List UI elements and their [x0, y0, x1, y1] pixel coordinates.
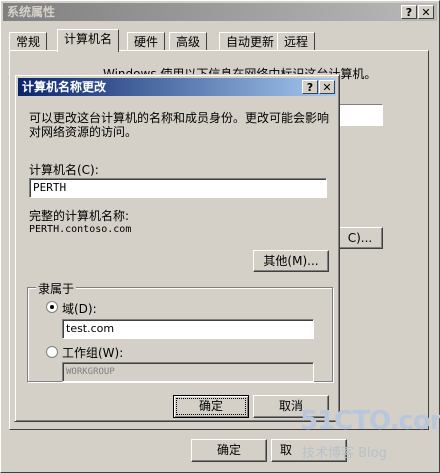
tab-hardware[interactable]: 硬件 — [127, 32, 166, 51]
more-button[interactable]: 其他(M)... — [253, 250, 329, 272]
system-ok-button[interactable]: 确定 — [191, 439, 267, 462]
dialog-titlebar: 计算机名称更改 ? ✕ — [18, 78, 336, 96]
computer-name-label: 计算机名(C): — [29, 163, 99, 177]
description-line-2: 对网络资源的访问。 — [29, 125, 138, 139]
full-name-label: 完整的计算机名称: — [29, 209, 130, 223]
full-name-value: PERTH.contoso.com — [29, 224, 132, 235]
change-button[interactable]: C)... — [337, 227, 383, 249]
tab-general[interactable]: 常规 — [9, 32, 48, 51]
dialog-title: 计算机名称更改 — [22, 80, 107, 94]
tab-advanced[interactable]: 高级 — [169, 32, 208, 51]
close-button[interactable]: ✕ — [418, 5, 434, 19]
member-of-group: 隶属于 域(D): test.com 工作组(W): WORKGROUP — [27, 280, 333, 382]
dialog-ok-button[interactable]: 确定 — [173, 395, 249, 418]
member-of-legend: 隶属于 — [36, 280, 77, 297]
watermark-subtitle: 技术博客 Blog — [302, 446, 387, 461]
tab-computer-name[interactable]: 计算机名 — [57, 29, 120, 52]
system-properties-titlebar: 系统属性 ? ✕ — [3, 3, 437, 21]
domain-label: 域(D): — [62, 302, 97, 316]
dialog-help-button[interactable]: ? — [302, 80, 318, 94]
description-field[interactable] — [337, 104, 383, 126]
computer-name-input[interactable]: PERTH — [29, 178, 327, 198]
watermark-logo-text: 51CTO.com — [300, 406, 440, 436]
workgroup-radio[interactable] — [46, 346, 58, 358]
domain-input[interactable]: test.com — [62, 319, 314, 339]
window-title: 系统属性 — [7, 5, 56, 19]
dialog-close-button[interactable]: ✕ — [319, 80, 335, 94]
radio-selected-dot — [50, 305, 54, 309]
workgroup-input[interactable]: WORKGROUP — [62, 362, 314, 382]
tab-remote[interactable]: 远程 — [277, 32, 316, 51]
help-button[interactable]: ? — [401, 5, 417, 19]
domain-radio[interactable] — [46, 301, 58, 313]
workgroup-label: 工作组(W): — [62, 346, 124, 360]
tab-automatic-updates[interactable]: 自动更新 — [219, 32, 282, 51]
computer-name-changes-dialog: 计算机名称更改 ? ✕ 可以更改这台计算机的名称和成员身份。更改可能会影响 对网… — [14, 74, 340, 422]
